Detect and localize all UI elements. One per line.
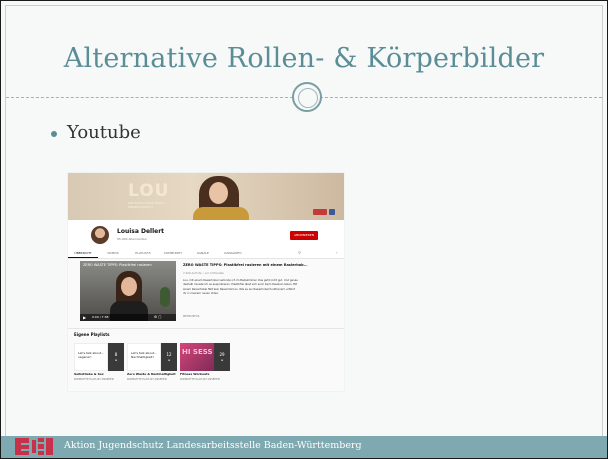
playlist-count: 8: [114, 352, 118, 357]
playlist-overlay: 8 ≡: [108, 343, 124, 371]
banner-logo: LOU: [128, 181, 170, 201]
channel-tabs: ÜBERSICHT VIDEOS PLAYLISTS COMMUNITY KAN…: [68, 248, 344, 259]
avatar[interactable]: [91, 226, 109, 244]
subscribe-button[interactable]: ABONNIEREN: [290, 231, 318, 240]
playlist-count: 29: [219, 352, 225, 357]
bullet-item: Youtube: [51, 122, 141, 143]
playlist-title[interactable]: Zero Waste & Nachhaltigkeit: [127, 372, 176, 376]
youtube-channel-screenshot: LOU POLITISCH NACHHALTIG MINIMALISTISCH …: [68, 173, 344, 391]
footer-text: Aktion Jugendschutz Landesarbeitsstelle …: [64, 440, 362, 451]
video-time: 0:00 / 7:38: [92, 315, 109, 319]
slide: Alternative Rollen- & Körperbilder Youtu…: [0, 0, 608, 459]
tab-about[interactable]: KANALINFO: [218, 248, 248, 258]
playlist-thumbnail: Let's talk about... Nachhaltigkeit!: [127, 343, 161, 371]
playlist-thumb-text: Let's talk about... Nachhaltigkeit!: [131, 351, 158, 359]
video-description: Lou, mit einem Rasierhobel verbinde ich …: [183, 279, 298, 295]
subscriber-count: 95.000 Abonnenten: [117, 237, 147, 241]
playlist-icon: ≡: [220, 358, 224, 362]
chevron-right-icon[interactable]: ›: [336, 250, 338, 255]
playlist-view-link[interactable]: KOMPLETTE PLAYLIST ANSEHEN: [74, 378, 114, 381]
tab-playlists[interactable]: PLAYLISTS: [128, 248, 158, 258]
banner-person-jacket: [193, 207, 249, 220]
section-divider: [68, 328, 344, 329]
playlist-title[interactable]: Fitness Workouts: [180, 372, 209, 376]
playlist-icon: ≡: [167, 358, 171, 362]
playlist-overlay: 12 ≡: [161, 343, 177, 371]
playlist-count: 12: [166, 352, 172, 357]
bullet-text: Youtube: [67, 122, 141, 143]
play-icon[interactable]: ▶: [83, 315, 86, 320]
playlists-heading: Eigene Playlists: [74, 332, 110, 337]
video-plant: [160, 287, 170, 307]
tab-channels[interactable]: KANÄLE: [188, 248, 218, 258]
tab-overview[interactable]: ÜBERSICHT: [68, 248, 98, 258]
playlist-card[interactable]: HI SESS 29 ≡: [180, 343, 230, 371]
playlist-title[interactable]: Selbstliebe & Sex: [74, 372, 104, 376]
video-meta: 7.220 Aufrufe • vor 4 Monaten: [183, 271, 225, 275]
playlist-view-link[interactable]: KOMPLETTE PLAYLIST ANSEHEN: [180, 378, 220, 381]
playlist-thumbnail: HI SESS: [180, 343, 214, 371]
banner-social-links[interactable]: [313, 209, 335, 215]
playlist-icon: ≡: [114, 358, 118, 362]
playlist-thumbnail: Let's talk about... veganer!: [74, 343, 108, 371]
banner-person-face: [209, 182, 228, 204]
banner-subtitle: POLITISCH NACHHALTIG MINIMALISTISCH: [128, 201, 164, 209]
video-person-face: [121, 277, 137, 296]
video-title[interactable]: ZERO WASTE TIPPS: Plastikfrei rasieren m…: [183, 263, 343, 267]
featured-video-player[interactable]: ZERO WASTE TIPPS: Plastikfrei rasieren ▶…: [80, 261, 176, 321]
playlist-overlay: 29 ≡: [214, 343, 230, 371]
video-overlay-title: ZERO WASTE TIPPS: Plastikfrei rasieren: [83, 263, 152, 267]
channel-name[interactable]: Louisa Dellert: [117, 228, 164, 235]
instagram-link-icon[interactable]: [313, 209, 327, 215]
player-settings-icon[interactable]: ⚙▢: [154, 315, 162, 319]
tab-videos[interactable]: VIDEOS: [98, 248, 128, 258]
playlist-card[interactable]: Let's talk about... Nachhaltigkeit! 12 ≡: [127, 343, 177, 371]
search-icon[interactable]: ⚲: [298, 250, 301, 255]
playlist-card[interactable]: Let's talk about... veganer! 8 ≡: [74, 343, 124, 371]
slide-title: Alternative Rollen- & Körperbilder: [63, 43, 545, 74]
tab-community[interactable]: COMMUNITY: [158, 248, 188, 258]
playlist-view-link[interactable]: KOMPLETTE PLAYLIST ANSEHEN: [127, 378, 167, 381]
more-info-link[interactable]: MEHR INFOS: [183, 315, 199, 318]
playlist-thumb-text: Let's talk about... veganer!: [78, 351, 105, 359]
channel-banner: LOU POLITISCH NACHHALTIG MINIMALISTISCH: [68, 173, 344, 220]
organization-logo-icon: [15, 438, 55, 455]
ring-ornament-icon: [292, 82, 322, 112]
facebook-link-icon[interactable]: [329, 209, 335, 215]
bullet-dot-icon: [51, 130, 57, 137]
playlist-thumb-text: HI SESS: [182, 348, 213, 356]
